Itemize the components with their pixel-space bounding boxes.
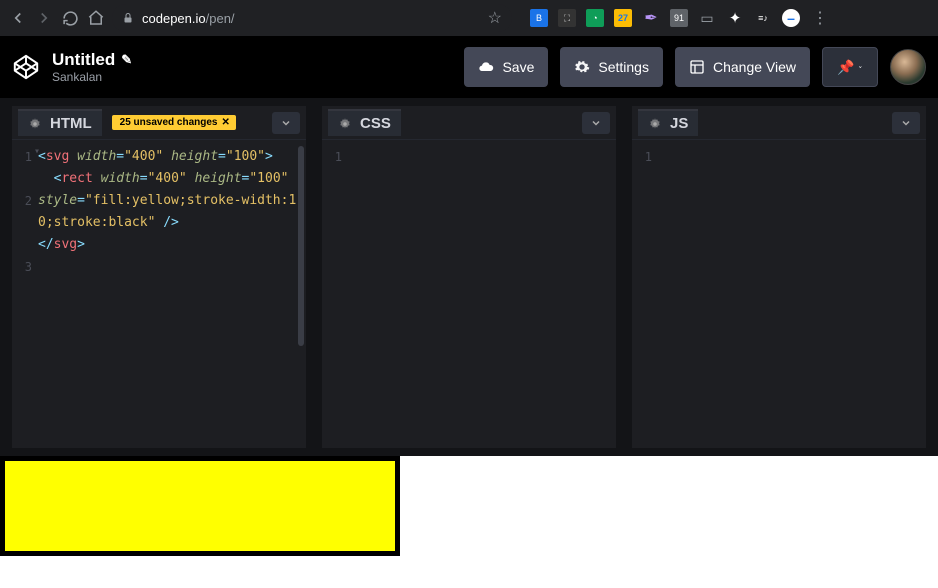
url-bar[interactable]: codepen.io/pen/ ☆ — [112, 4, 512, 32]
panel-title: JS — [670, 115, 688, 132]
settings-button[interactable]: Settings — [560, 47, 663, 87]
url-text: codepen.io/pen/ — [142, 11, 235, 26]
close-icon[interactable]: ✕ — [221, 117, 229, 128]
preview-svg — [0, 456, 400, 556]
html-panel: HTML 25 unsaved changes ✕ ▾ 1 2 3 <svg w… — [12, 106, 306, 448]
pen-title-block: Untitled ✎ Sankalan — [52, 50, 452, 84]
scrollbar[interactable] — [298, 146, 304, 346]
codepen-logo-icon — [12, 53, 40, 81]
js-editor[interactable]: 1 — [632, 140, 926, 448]
home-icon[interactable] — [86, 8, 106, 28]
user-avatar[interactable] — [890, 49, 926, 85]
line-gutter: 1 — [326, 146, 348, 442]
code-content — [658, 146, 922, 442]
extension-icon[interactable]: ▭ — [698, 9, 716, 27]
extension-icons: B ⛶ ◔ 27 ✒ 91 ▭ ✦ ≡♪ – — [530, 9, 800, 27]
save-button[interactable]: Save — [464, 47, 548, 87]
cloud-icon — [478, 59, 494, 75]
browser-toolbar: codepen.io/pen/ ☆ B ⛶ ◔ 27 ✒ 91 ▭ ✦ ≡♪ –… — [0, 0, 938, 36]
extension-icon[interactable]: B — [530, 9, 548, 27]
codepen-header: Untitled ✎ Sankalan Save Settings Change… — [0, 36, 938, 98]
extension-icon[interactable]: ✒ — [642, 9, 660, 27]
lock-icon — [122, 12, 134, 24]
preview-rect — [0, 456, 400, 556]
pin-icon: 📌 — [837, 59, 854, 76]
profile-icon[interactable]: – — [782, 9, 800, 27]
chevron-down-icon — [858, 62, 863, 72]
pin-dropdown-button[interactable]: 📌 — [822, 47, 878, 87]
extension-icon[interactable]: ⛶ — [558, 9, 576, 27]
gear-icon[interactable] — [338, 117, 352, 131]
line-gutter: 1 — [636, 146, 658, 442]
extension-icon[interactable]: ◔ — [586, 9, 604, 27]
panel-collapse-button[interactable] — [582, 112, 610, 134]
line-gutter: 1 2 3 — [16, 146, 38, 442]
unsaved-badge: 25 unsaved changes ✕ — [112, 115, 236, 130]
extension-icon-calendar[interactable]: 27 — [614, 9, 632, 27]
html-editor[interactable]: ▾ 1 2 3 <svg width="400" height="100"> <… — [12, 140, 306, 448]
bookmark-star-icon[interactable]: ☆ — [488, 8, 502, 28]
edit-title-icon[interactable]: ✎ — [121, 52, 132, 68]
code-content — [348, 146, 612, 442]
js-panel-header: JS — [632, 106, 926, 140]
reload-icon[interactable] — [60, 8, 80, 28]
css-editor[interactable]: 1 — [322, 140, 616, 448]
css-panel: CSS 1 — [322, 106, 616, 448]
browser-menu-icon[interactable]: ⋮ — [806, 8, 834, 28]
pen-title[interactable]: Untitled — [52, 50, 115, 70]
change-view-button[interactable]: Change View — [675, 47, 810, 87]
panel-collapse-button[interactable] — [272, 112, 300, 134]
preview-pane — [0, 456, 938, 588]
panel-title: CSS — [360, 115, 391, 132]
layout-icon — [689, 59, 705, 75]
editor-area: HTML 25 unsaved changes ✕ ▾ 1 2 3 <svg w… — [0, 98, 938, 456]
forward-icon[interactable] — [34, 8, 54, 28]
html-panel-header: HTML 25 unsaved changes ✕ — [12, 106, 306, 140]
back-icon[interactable] — [8, 8, 28, 28]
code-content: <svg width="400" height="100"> <rect wid… — [38, 146, 302, 442]
fold-icon[interactable]: ▾ — [34, 146, 40, 157]
extensions-puzzle-icon[interactable]: ✦ — [726, 9, 744, 27]
gear-icon[interactable] — [28, 117, 42, 131]
panel-collapse-button[interactable] — [892, 112, 920, 134]
pen-author[interactable]: Sankalan — [52, 70, 452, 84]
extension-icon[interactable]: 91 — [670, 9, 688, 27]
extension-icon[interactable]: ≡♪ — [754, 9, 772, 27]
js-panel: JS 1 — [632, 106, 926, 448]
css-panel-header: CSS — [322, 106, 616, 140]
panel-title: HTML — [50, 115, 92, 132]
gear-icon[interactable] — [648, 117, 662, 131]
gear-icon — [574, 59, 590, 75]
